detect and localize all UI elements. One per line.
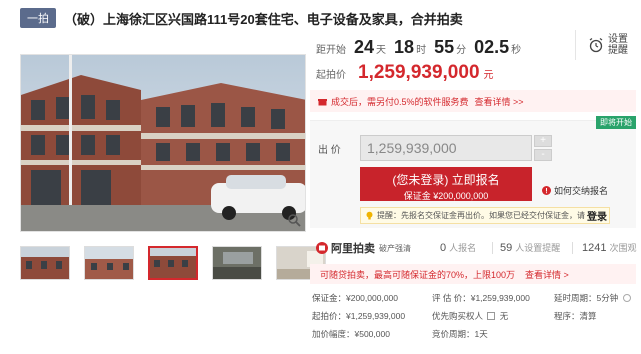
service-fee-notice: 成交后，需另付0.5%的软件服务费 查看详情 >>: [310, 90, 636, 112]
bid-stepper: + -: [534, 135, 552, 161]
countdown-days-unit: 天: [376, 45, 387, 56]
signups-stat: 0 人报名: [440, 241, 476, 254]
divider: [575, 30, 576, 60]
main-property-image[interactable]: [20, 54, 306, 232]
start-price-row: 起拍价 1,259,939,000 元: [316, 62, 494, 84]
bid-panel: 即将开始 出 价 1,259,939,000 + - (您未登录) 立即报名 保…: [310, 116, 636, 228]
start-price-info: 起拍价：¥1,259,939,000: [312, 311, 406, 321]
deposit-info: 保证金：¥200,000,000: [312, 293, 398, 303]
cycle-info: 竞价周期：1天: [432, 329, 488, 339]
login-link[interactable]: 登录: [587, 208, 607, 223]
stat-divider: [572, 242, 573, 254]
countdown-minutes-unit: 分: [456, 45, 467, 56]
bid-label: 出 价: [318, 145, 341, 156]
delay-info: 延时周期：5分钟: [554, 292, 631, 304]
info-icon: [542, 186, 551, 195]
stat-divider: [492, 242, 493, 254]
register-deposit-label: 保证金 ¥200,000,000: [403, 191, 489, 201]
countdown-seconds-unit: 秒: [511, 45, 522, 56]
property-photo: [21, 55, 305, 231]
thumbnail-2[interactable]: [84, 246, 134, 280]
gift-icon: [318, 98, 327, 105]
login-tip-text: 提醒：先报名交保证金再出价。如果您已经交付保证金，请: [377, 211, 585, 220]
help-icon[interactable]: [622, 294, 631, 302]
start-price-value: 1,259,939,000: [358, 62, 480, 83]
priority-info: 优先购买权人 无: [432, 310, 508, 322]
auction-title: （破）上海徐汇区兴国路111号20套住宅、电子设备及家具，合并拍卖: [64, 11, 463, 27]
reminders-stat: 59 人设置提醒: [500, 241, 560, 254]
signups-label: 人报名: [449, 243, 477, 253]
countdown-minutes: 55: [434, 37, 455, 57]
views-value: 1241: [582, 242, 607, 254]
how-to-pay-label: 如何交纳报名: [554, 186, 609, 196]
views-stat: 1241 次围观: [582, 241, 637, 254]
priority-info-label: 优先购买权人: [432, 311, 484, 321]
round-tag: 一拍: [20, 8, 56, 28]
alarm-clock-icon: [589, 38, 603, 53]
service-fee-details-link[interactable]: 查看详情 >>: [475, 95, 524, 108]
ali-auction-logo-icon: [316, 242, 328, 254]
login-tip: 提醒：先报名交保证金再出价。如果您已经交付保证金，请 登录: [360, 207, 610, 224]
installment-details-link[interactable]: 查看详情 >: [525, 268, 569, 281]
delay-info-text: 延时周期：5分钟: [554, 293, 619, 303]
how-to-pay-link[interactable]: 如何交纳报名: [542, 184, 608, 197]
ali-sub: 破产强清: [379, 243, 411, 253]
start-price-label: 起拍价: [316, 70, 346, 81]
zoom-icon[interactable]: [287, 213, 301, 227]
register-button[interactable]: (您未登录) 立即报名 保证金 ¥200,000,000: [360, 167, 532, 201]
procedure-info: 程序：清算: [554, 311, 597, 321]
countdown-label: 距开始: [316, 45, 346, 56]
start-price-unit: 元: [483, 70, 494, 81]
thumbnail-1[interactable]: [20, 246, 70, 280]
signups-value: 0: [440, 242, 447, 254]
reminders-label: 人设置提醒: [515, 243, 561, 253]
set-reminder-button[interactable]: 设置提醒: [588, 34, 630, 56]
service-fee-text: 成交后，需另付0.5%的软件服务费: [331, 96, 469, 107]
countdown: 距开始 24 天 18 时 55 分 02.5 秒: [316, 37, 521, 58]
title-bar: 一拍 （破）上海徐汇区兴国路111号20套住宅、电子设备及家具，合并拍卖: [20, 8, 463, 28]
reminders-value: 59: [500, 242, 513, 254]
views-label: 次围观: [609, 243, 637, 253]
appraisal-info: 评 估 价：¥1,259,939,000: [432, 293, 530, 303]
installment-bar: 可随贷拍卖，最高可随保证金的70%，上限100万 查看详情 >: [310, 264, 636, 284]
priority-info-value: 无: [499, 311, 509, 321]
thumbnail-strip: [20, 246, 326, 280]
bid-amount-input[interactable]: 1,259,939,000: [360, 135, 532, 161]
status-badge: 即将开始: [596, 116, 636, 129]
thumbnail-4[interactable]: [212, 246, 262, 280]
installment-text: 可随贷拍卖，最高可随保证金的70%，上限100万: [320, 269, 516, 280]
countdown-hours: 18: [394, 37, 415, 57]
countdown-days: 24: [354, 37, 375, 57]
increment-button[interactable]: +: [534, 135, 552, 147]
thumbnail-3-active[interactable]: [148, 246, 198, 280]
register-button-label: (您未登录) 立即报名: [392, 173, 500, 187]
reminder-label: 设置提醒: [608, 34, 628, 56]
help-icon[interactable]: [487, 312, 496, 320]
ali-brand: 阿里拍卖: [331, 243, 375, 255]
lightbulb-icon: [366, 211, 373, 220]
countdown-seconds: 02.5: [474, 37, 510, 57]
decrement-button[interactable]: -: [534, 149, 552, 161]
countdown-hours-unit: 时: [416, 45, 427, 56]
increment-info: 加价幅度：¥500,000: [312, 329, 390, 339]
